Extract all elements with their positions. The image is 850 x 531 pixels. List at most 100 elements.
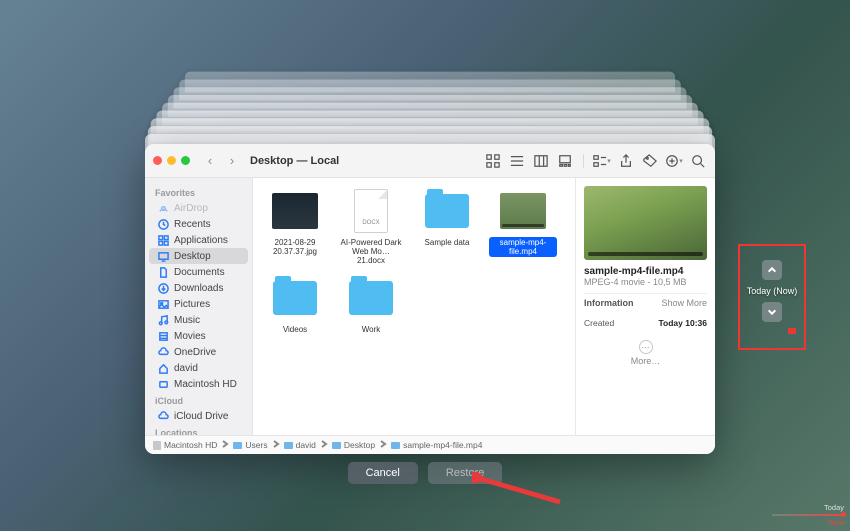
sidebar-item-label: Movies — [174, 331, 206, 342]
sidebar-item-label: iCloud Drive — [174, 411, 228, 422]
path-crumb[interactable]: david — [284, 440, 316, 450]
doc-icon — [157, 266, 169, 278]
close-window-button[interactable] — [153, 156, 162, 165]
sidebar-item-macintosh-hd[interactable]: Macintosh HD — [149, 376, 248, 392]
folder-icon — [332, 442, 341, 449]
file-item[interactable]: DOCX AI-Powered Dark Web Mo…21.docx — [337, 188, 405, 267]
image-icon — [157, 298, 169, 310]
sidebar-item-label: Downloads — [174, 283, 223, 294]
folder-icon — [233, 442, 242, 449]
action-button[interactable]: ▾ — [665, 152, 683, 170]
column-view-button[interactable] — [532, 152, 550, 170]
minimize-window-button[interactable] — [167, 156, 176, 165]
finder-sidebar: FavoritesAirDropRecentsApplicationsDeskt… — [145, 178, 253, 435]
zoom-window-button[interactable] — [181, 156, 190, 165]
preview-show-more[interactable]: Show More — [661, 298, 707, 308]
folder-icon — [349, 281, 393, 315]
window-title: Desktop — Local — [250, 155, 339, 167]
sidebar-item-david[interactable]: david — [149, 360, 248, 376]
timeline-prev-button[interactable] — [762, 260, 782, 280]
preview-pane: sample-mp4-file.mp4 MPEG-4 movie - 10,5 … — [575, 178, 715, 435]
path-bar[interactable]: Macintosh HD Users david Desktop sample-mp4-… — [145, 435, 715, 454]
image-thumbnail — [272, 193, 318, 229]
window-controls[interactable] — [153, 156, 190, 165]
file-name: AI-Powered Dark Web Mo…21.docx — [337, 237, 405, 267]
music-icon — [157, 314, 169, 326]
chevron-right-icon — [320, 440, 328, 450]
file-item[interactable]: sample-mp4-file.mp4 — [489, 188, 557, 267]
cloud-icon — [157, 346, 169, 358]
sidebar-item-label: Macintosh HD — [174, 379, 237, 390]
sidebar-item-airdrop[interactable]: AirDrop — [149, 200, 248, 216]
sidebar-item-desktop[interactable]: Desktop — [149, 248, 248, 264]
sidebar-item-label: OneDrive — [174, 347, 216, 358]
time-machine-footer: Cancel Restore — [0, 462, 850, 484]
cancel-button[interactable]: Cancel — [348, 462, 418, 484]
cloud-icon — [157, 410, 169, 422]
timeline-bottom-label: Now — [772, 518, 846, 527]
home-icon — [157, 362, 169, 374]
sidebar-item-pictures[interactable]: Pictures — [149, 296, 248, 312]
path-crumb[interactable]: sample-mp4-file.mp4 — [391, 440, 482, 450]
sidebar-section-header: Locations — [145, 424, 252, 435]
sidebar-item-label: Music — [174, 315, 200, 326]
finder-window: ‹ › Desktop — Local ▾ ▾ FavoritesAirDrop… — [145, 144, 715, 454]
document-icon: DOCX — [354, 189, 388, 233]
file-item[interactable]: Sample data — [413, 188, 481, 267]
sidebar-item-movies[interactable]: Movies — [149, 328, 248, 344]
airdrop-icon — [157, 202, 169, 214]
preview-created-label: Created — [584, 318, 614, 328]
preview-created-value: Today 10:36 — [658, 318, 707, 328]
sidebar-item-recents[interactable]: Recents — [149, 216, 248, 232]
sidebar-item-downloads[interactable]: Downloads — [149, 280, 248, 296]
sidebar-item-label: Recents — [174, 219, 211, 230]
desktop-icon — [157, 250, 169, 262]
file-item[interactable]: Work — [337, 275, 405, 335]
chevron-right-icon — [379, 440, 387, 450]
group-by-button[interactable]: ▾ — [593, 152, 611, 170]
file-item[interactable]: Videos — [261, 275, 329, 335]
file-name: sample-mp4-file.mp4 — [489, 237, 557, 257]
sidebar-item-music[interactable]: Music — [149, 312, 248, 328]
sidebar-item-icloud-drive[interactable]: iCloud Drive — [149, 408, 248, 424]
sidebar-item-onedrive[interactable]: OneDrive — [149, 344, 248, 360]
sidebar-item-label: Pictures — [174, 299, 210, 310]
sidebar-item-documents[interactable]: Documents — [149, 264, 248, 280]
preview-thumbnail — [584, 186, 707, 260]
gallery-view-button[interactable] — [556, 152, 574, 170]
download-icon — [157, 282, 169, 294]
timeline-scrubber[interactable]: Today Now — [772, 503, 846, 527]
path-crumb[interactable]: Desktop — [332, 440, 375, 450]
annotation-arrow — [472, 472, 562, 513]
sidebar-item-label: Documents — [174, 267, 225, 278]
file-name: Sample data — [423, 237, 472, 248]
preview-more[interactable]: ⋯ More… — [584, 334, 707, 366]
preview-info-header: Information — [584, 298, 634, 308]
sidebar-item-label: Desktop — [174, 251, 211, 262]
sidebar-item-label: Applications — [174, 235, 228, 246]
tags-button[interactable] — [641, 152, 659, 170]
path-crumb[interactable]: Macintosh HD — [153, 440, 217, 450]
chevron-right-icon — [221, 440, 229, 450]
share-button[interactable] — [617, 152, 635, 170]
file-item[interactable]: 2021-08-29 20.37.37.jpg — [261, 188, 329, 267]
folder-icon — [425, 194, 469, 228]
sidebar-item-label: david — [174, 363, 198, 374]
forward-button[interactable]: › — [224, 153, 240, 168]
timeline-top-label: Today — [772, 503, 846, 512]
film-icon — [157, 330, 169, 342]
clock-icon — [157, 218, 169, 230]
annotation-marker — [788, 328, 796, 334]
preview-subtitle: MPEG-4 movie - 10,5 MB — [584, 277, 707, 287]
back-button[interactable]: ‹ — [202, 153, 218, 168]
icon-view-button[interactable] — [484, 152, 502, 170]
chevron-right-icon — [272, 440, 280, 450]
search-button[interactable] — [689, 152, 707, 170]
path-crumb[interactable]: Users — [233, 440, 267, 450]
hd-icon — [157, 378, 169, 390]
timeline-next-button[interactable] — [762, 302, 782, 322]
sidebar-item-applications[interactable]: Applications — [149, 232, 248, 248]
list-view-button[interactable] — [508, 152, 526, 170]
sidebar-item-label: AirDrop — [174, 203, 208, 214]
timeline-track[interactable] — [772, 514, 846, 516]
